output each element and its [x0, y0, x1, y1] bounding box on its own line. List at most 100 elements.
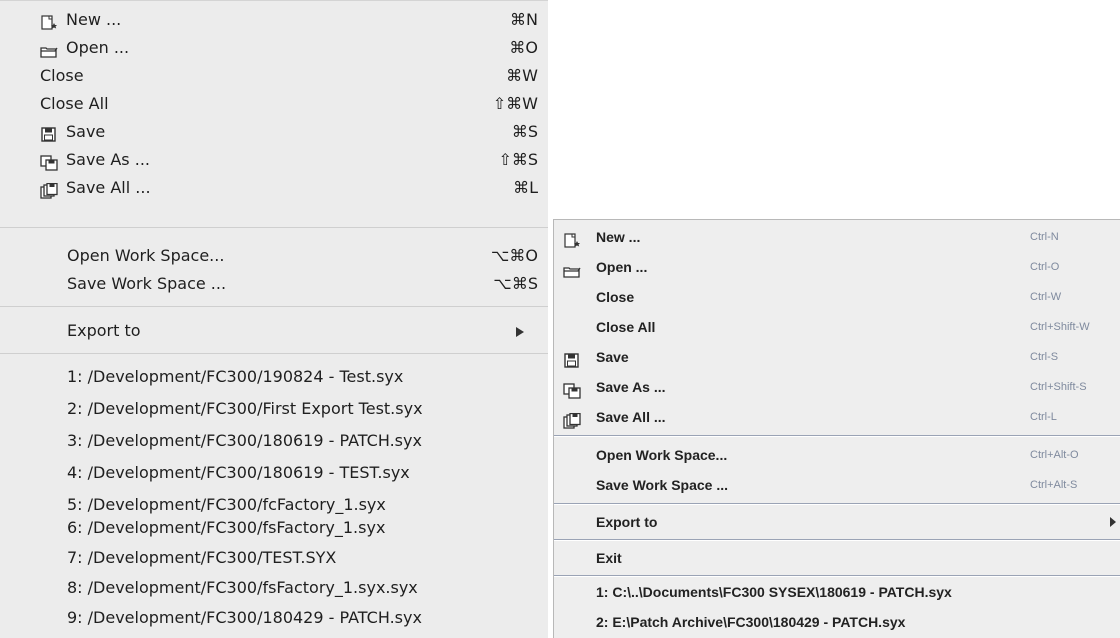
win-recent-file-1[interactable]: 1: C:\..\Documents\FC300 SYSEX\180619 - … [554, 577, 1120, 607]
win-menu-item-save-work-space[interactable]: Save Work Space ... Ctrl+Alt-S [554, 470, 1120, 500]
win-menu-item-close-all[interactable]: Close All Ctrl+Shift-W [554, 312, 1120, 342]
submenu-arrow-icon [516, 327, 524, 337]
mac-menu-item-open-work-space[interactable]: Open Work Space... ⌥⌘O [0, 242, 548, 270]
recent-file-label: 2: /Development/FC300/First Export Test.… [67, 399, 423, 418]
mac-menu-item-label: Close All [40, 94, 109, 113]
mac-menu-item-label: Close [40, 66, 84, 85]
mac-recent-file-6[interactable]: 6: /Development/FC300/fsFactory_1.syx [0, 514, 548, 542]
mac-recent-file-9[interactable]: 9: /Development/FC300/180429 - PATCH.syx [0, 604, 548, 632]
recent-file-label: 1: /Development/FC300/190824 - Test.syx [67, 367, 404, 386]
new-document-icon [40, 12, 58, 30]
win-menu-item-save-all[interactable]: Save All ... Ctrl-L [554, 402, 1120, 432]
shortcut-label: ⌥⌘O [490, 246, 538, 265]
save-as-icon [40, 152, 58, 171]
shortcut-label: ⇧⌘S [498, 150, 538, 169]
mac-recent-file-2[interactable]: 2: /Development/FC300/First Export Test.… [0, 395, 548, 423]
menu-separator-highlight [554, 540, 1120, 541]
shortcut-label: ⌘W [506, 66, 538, 85]
shortcut-label: ⇧⌘W [492, 94, 538, 113]
mac-menu-item-save-work-space[interactable]: Save Work Space ... ⌥⌘S [0, 270, 548, 298]
mac-recent-file-3[interactable]: 3: /Development/FC300/180619 - PATCH.syx [0, 427, 548, 455]
save-icon [563, 349, 581, 368]
win-recent-file-2[interactable]: 2: E:\Patch Archive\FC300\180429 - PATCH… [554, 607, 1120, 637]
mac-menu-item-label: Save Work Space ... [67, 274, 227, 293]
menu-separator [0, 306, 548, 307]
recent-file-label: 2: E:\Patch Archive\FC300\180429 - PATCH… [596, 614, 906, 630]
win-menu-item-label: Export to [596, 514, 658, 530]
shortcut-label: Ctrl-O [1030, 261, 1060, 273]
win-menu-item-label: Close All [596, 319, 656, 335]
mac-menu-item-close-all[interactable]: Close All ⇧⌘W [0, 90, 548, 118]
submenu-arrow-icon [1110, 517, 1116, 527]
mac-menu-item-label: Save As ... [66, 150, 150, 169]
win-menu-item-export-to[interactable]: Export to [554, 507, 1120, 537]
menu-separator-highlight [554, 436, 1120, 437]
win-menu-item-label: Save [596, 349, 629, 365]
open-folder-icon [40, 40, 58, 58]
mac-file-menu: New ... ⌘N Open ... ⌘O Close ⌘W Close Al… [0, 0, 548, 638]
mac-menu-item-label: New ... [66, 10, 122, 29]
menu-separator-highlight [554, 504, 1120, 505]
shortcut-label: Ctrl+Alt-O [1030, 449, 1079, 461]
menu-separator [0, 353, 548, 354]
open-folder-icon [563, 259, 581, 278]
win-menu-item-save-as[interactable]: Save As ... Ctrl+Shift-S [554, 372, 1120, 402]
mac-menu-item-close[interactable]: Close ⌘W [0, 62, 548, 90]
shortcut-label: Ctrl-S [1030, 351, 1059, 363]
win-file-menu: New ... Ctrl-N Open ... Ctrl-O Close Ctr… [553, 219, 1120, 638]
win-menu-item-exit[interactable]: Exit [554, 543, 1120, 573]
win-menu-item-label: New ... [596, 229, 641, 245]
mac-recent-file-4[interactable]: 4: /Development/FC300/180619 - TEST.syx [0, 459, 548, 487]
recent-file-label: 7: /Development/FC300/TEST.SYX [67, 548, 337, 567]
shortcut-label: ⌘N [510, 10, 538, 29]
shortcut-label: ⌘L [513, 178, 538, 197]
win-menu-item-label: Open Work Space... [596, 447, 728, 463]
recent-file-label: 8: /Development/FC300/fsFactory_1.syx.sy… [67, 578, 418, 597]
recent-file-label: 4: /Development/FC300/180619 - TEST.syx [67, 463, 410, 482]
mac-menu-item-export-to[interactable]: Export to [0, 317, 548, 345]
mac-menu-item-label: Open Work Space... [67, 246, 225, 265]
recent-file-label: 9: /Development/FC300/180429 - PATCH.syx [67, 608, 422, 627]
win-menu-item-open[interactable]: Open ... Ctrl-O [554, 252, 1120, 282]
save-all-icon [563, 409, 581, 429]
new-document-icon [563, 229, 581, 248]
win-menu-item-save[interactable]: Save Ctrl-S [554, 342, 1120, 372]
mac-recent-file-1[interactable]: 1: /Development/FC300/190824 - Test.syx [0, 363, 548, 391]
shortcut-label: ⌘O [509, 38, 538, 57]
recent-file-label: 3: /Development/FC300/180619 - PATCH.syx [67, 431, 422, 450]
mac-menu-item-label: Save [66, 122, 106, 141]
shortcut-label: ⌥⌘S [493, 274, 538, 293]
mac-menu-item-save-as[interactable]: Save As ... ⇧⌘S [0, 146, 548, 174]
win-menu-item-label: Save All ... [596, 409, 666, 425]
mac-menu-item-open[interactable]: Open ... ⌘O [0, 34, 548, 62]
menu-separator [0, 227, 548, 228]
shortcut-label: Ctrl+Shift-W [1030, 321, 1090, 333]
shortcut-label: Ctrl-L [1030, 411, 1057, 423]
shortcut-label: Ctrl-N [1030, 231, 1059, 243]
shortcut-label: Ctrl-W [1030, 291, 1062, 303]
win-menu-item-label: Exit [596, 550, 622, 566]
mac-recent-file-7[interactable]: 7: /Development/FC300/TEST.SYX [0, 544, 548, 572]
mac-menu-item-label: Save All ... [66, 178, 151, 197]
mac-menu-item-save[interactable]: Save ⌘S [0, 118, 548, 146]
recent-file-label: 1: C:\..\Documents\FC300 SYSEX\180619 - … [596, 584, 952, 600]
win-menu-item-label: Close [596, 289, 635, 305]
win-menu-item-open-work-space[interactable]: Open Work Space... Ctrl+Alt-O [554, 440, 1120, 470]
win-menu-item-label: Open ... [596, 259, 648, 275]
mac-menu-item-new[interactable]: New ... ⌘N [0, 6, 548, 34]
mac-menu-item-label: Export to [67, 321, 141, 340]
win-menu-item-close[interactable]: Close Ctrl-W [554, 282, 1120, 312]
win-menu-item-label: Save As ... [596, 379, 666, 395]
win-menu-item-label: Save Work Space ... [596, 477, 729, 493]
mac-menu-item-save-all[interactable]: Save All ... ⌘L [0, 174, 548, 202]
save-as-icon [563, 379, 581, 399]
shortcut-label: Ctrl+Alt-S [1030, 479, 1078, 491]
save-all-icon [40, 180, 58, 199]
mac-menu-item-label: Open ... [66, 38, 130, 57]
shortcut-label: Ctrl+Shift-S [1030, 381, 1087, 393]
recent-file-label: 6: /Development/FC300/fsFactory_1.syx [67, 518, 386, 537]
shortcut-label: ⌘S [511, 122, 538, 141]
win-menu-item-new[interactable]: New ... Ctrl-N [554, 222, 1120, 252]
mac-recent-file-8[interactable]: 8: /Development/FC300/fsFactory_1.syx.sy… [0, 574, 548, 602]
save-icon [40, 124, 58, 142]
